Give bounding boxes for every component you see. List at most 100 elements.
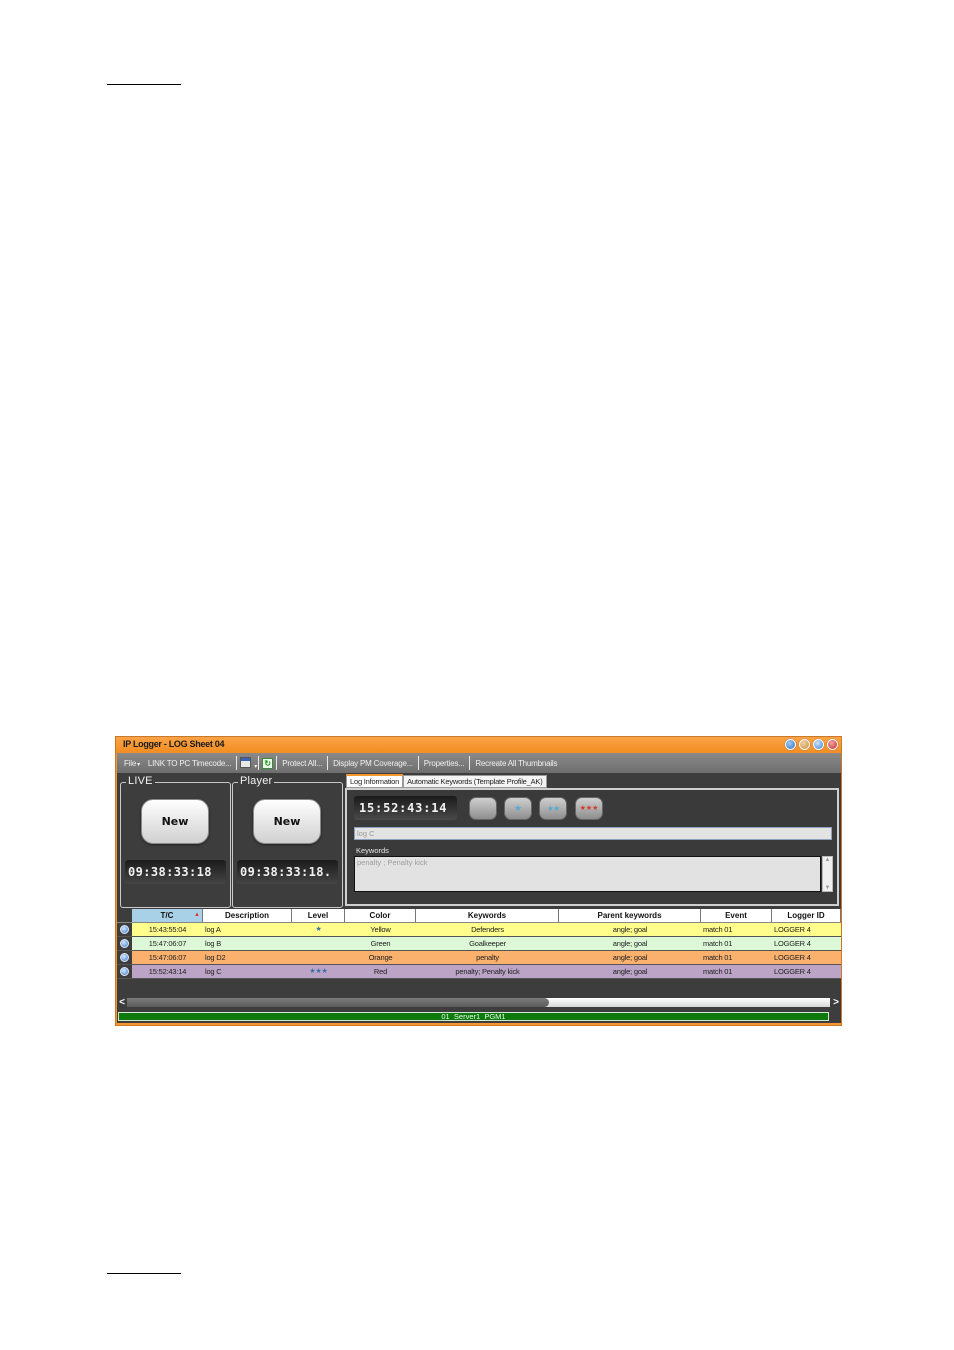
ip-logger-window: IP Logger - LOG Sheet 04 File▾ LINK TO P…	[115, 736, 842, 1026]
logger-id-cell: LOGGER 4	[774, 953, 811, 962]
keywords-cell: penalty; Penalty kick	[455, 967, 520, 976]
scroll-up-icon[interactable]: ▲	[825, 857, 831, 863]
grid-header: T/C ▲ Description Level Color Keywords Pa…	[117, 909, 841, 923]
link-timecode-button[interactable]: LINK TO PC Timecode...	[144, 759, 235, 768]
level-2-button[interactable]: ★★	[539, 797, 567, 820]
table-row[interactable]: 15:47:06:07 log B Green Goalkeeper angle; go…	[117, 937, 841, 951]
table-row[interactable]: 15:43:55:04 log A ★ Yellow Defenders angle; g…	[117, 923, 841, 937]
star-icon: ★★	[546, 804, 560, 813]
row-marker[interactable]	[117, 965, 132, 978]
calendar-button[interactable]: ▾	[238, 756, 257, 770]
help-icon[interactable]	[785, 739, 796, 750]
header-corner	[117, 909, 132, 922]
keywords-label: Keywords	[356, 846, 389, 855]
player-label: Player	[238, 775, 275, 787]
tab-strip: Log Information Automatic Keywords (Temp…	[346, 774, 547, 788]
refresh-icon[interactable]: ↻	[262, 757, 274, 769]
footer-rule	[107, 1273, 181, 1274]
grid-body: 15:43:55:04 log A ★ Yellow Defenders angle; g…	[117, 923, 841, 979]
chevron-down-icon: ▾	[137, 761, 140, 768]
horizontal-scrollbar[interactable]: < >	[117, 997, 841, 1008]
column-header-description[interactable]: Description	[203, 909, 292, 922]
level-3-button[interactable]: ★★★	[575, 797, 603, 820]
keywords-scrollbar[interactable]: ▲ ▼	[822, 856, 833, 892]
player-group: Player New 09:38:33:18.	[232, 775, 343, 908]
tab-automatic-keywords[interactable]: Automatic Keywords (Template Profile_AK)	[403, 775, 547, 788]
display-pm-coverage-button[interactable]: Display PM Coverage...	[329, 759, 417, 768]
file-menu[interactable]: File▾	[120, 759, 144, 768]
column-header-keywords[interactable]: Keywords	[416, 909, 559, 922]
close-icon[interactable]	[827, 739, 838, 750]
toolbar-separator	[276, 756, 278, 770]
toolbar-separator	[469, 756, 471, 770]
title-bar: IP Logger - LOG Sheet 04	[116, 737, 841, 753]
column-header-event[interactable]: Event	[701, 909, 772, 922]
log-grid: T/C ▲ Description Level Color Keywords Pa…	[117, 909, 841, 979]
log-entry-icon	[120, 953, 129, 962]
recreate-thumbnails-button[interactable]: Recreate All Thumbnails	[471, 759, 561, 768]
server-status-bar: 01_Server1_PGM1	[118, 1012, 829, 1021]
minimize-icon[interactable]	[799, 739, 810, 750]
tc-cell: 15:52:43:14	[148, 967, 187, 976]
description-cell: log B	[205, 939, 222, 948]
event-cell: match 01	[703, 925, 733, 934]
parent-keywords-cell: angle; goal	[612, 967, 648, 976]
log-entry-icon	[120, 967, 129, 976]
column-header-logger-id[interactable]: Logger ID	[772, 909, 841, 922]
keywords-cell: penalty	[476, 953, 499, 962]
level-cell	[292, 951, 345, 964]
description-cell: log A	[205, 925, 221, 934]
table-row[interactable]: 15:52:43:14 log C ★★★ Red penalty; Penalty k…	[117, 965, 841, 979]
column-header-tc[interactable]: T/C ▲	[132, 909, 203, 922]
parent-keywords-cell: angle; goal	[612, 953, 648, 962]
sort-ascending-icon: ▲	[194, 912, 200, 918]
toolbar-separator	[327, 756, 329, 770]
log-entry-icon	[120, 939, 129, 948]
player-new-button[interactable]: New	[253, 799, 321, 844]
toolbar-separator	[258, 756, 260, 770]
event-cell: match 01	[703, 939, 733, 948]
live-timecode: 09:38:33:18	[125, 860, 226, 884]
level-0-button[interactable]	[469, 797, 497, 820]
color-cell: Green	[370, 939, 391, 948]
color-cell: Yellow	[370, 925, 391, 934]
column-header-level[interactable]: Level	[292, 909, 345, 922]
live-new-button[interactable]: New	[141, 799, 209, 844]
color-cell: Red	[373, 967, 388, 976]
window-controls	[785, 739, 838, 750]
row-marker[interactable]	[117, 923, 132, 936]
log-timecode: 15:52:43:14	[354, 796, 457, 820]
description-cell: log D2	[205, 953, 226, 962]
scroll-right-icon[interactable]: >	[831, 997, 841, 1008]
level-cell: ★	[315, 926, 322, 933]
keywords-cell: Goalkeeper	[469, 939, 506, 948]
tab-log-information[interactable]: Log Information	[346, 774, 404, 788]
level-1-button[interactable]: ★	[504, 797, 532, 820]
logger-id-cell: LOGGER 4	[774, 939, 811, 948]
table-row[interactable]: 15:47:06:07 log D2 Orange penalty angle; goa…	[117, 951, 841, 965]
live-label: LIVE	[126, 775, 155, 787]
maximize-icon[interactable]	[813, 739, 824, 750]
scrollbar-track[interactable]	[127, 998, 830, 1007]
scrollbar-thumb[interactable]	[127, 998, 549, 1007]
row-marker[interactable]	[117, 937, 132, 950]
header-rule	[107, 84, 181, 85]
scroll-left-icon[interactable]: <	[117, 997, 127, 1008]
event-cell: match 01	[703, 967, 733, 976]
logger-id-cell: LOGGER 4	[774, 967, 811, 976]
toolbar: File▾ LINK TO PC Timecode... ▾ ↻ Protect…	[117, 753, 841, 773]
logger-id-cell: LOGGER 4	[774, 925, 811, 934]
toolbar-separator	[417, 756, 419, 770]
star-icon: ★★★	[579, 805, 599, 812]
description-input[interactable]	[354, 827, 832, 840]
protect-all-button[interactable]: Protect All...	[278, 759, 326, 768]
scroll-down-icon[interactable]: ▼	[825, 885, 831, 891]
row-marker[interactable]	[117, 951, 132, 964]
keywords-textarea[interactable]: penalty ; Penalty kick	[354, 856, 821, 892]
main-area: LIVE New 09:38:33:18 Player New 09:38:33…	[117, 773, 841, 1023]
column-header-parent-keywords[interactable]: Parent keywords	[559, 909, 701, 922]
tc-cell: 15:47:06:07	[148, 939, 187, 948]
log-information-panel: 15:52:43:14 ★ ★★ ★★★ Keywords penalty ; …	[345, 788, 839, 906]
properties-button[interactable]: Properties...	[420, 759, 469, 768]
column-header-color[interactable]: Color	[345, 909, 416, 922]
